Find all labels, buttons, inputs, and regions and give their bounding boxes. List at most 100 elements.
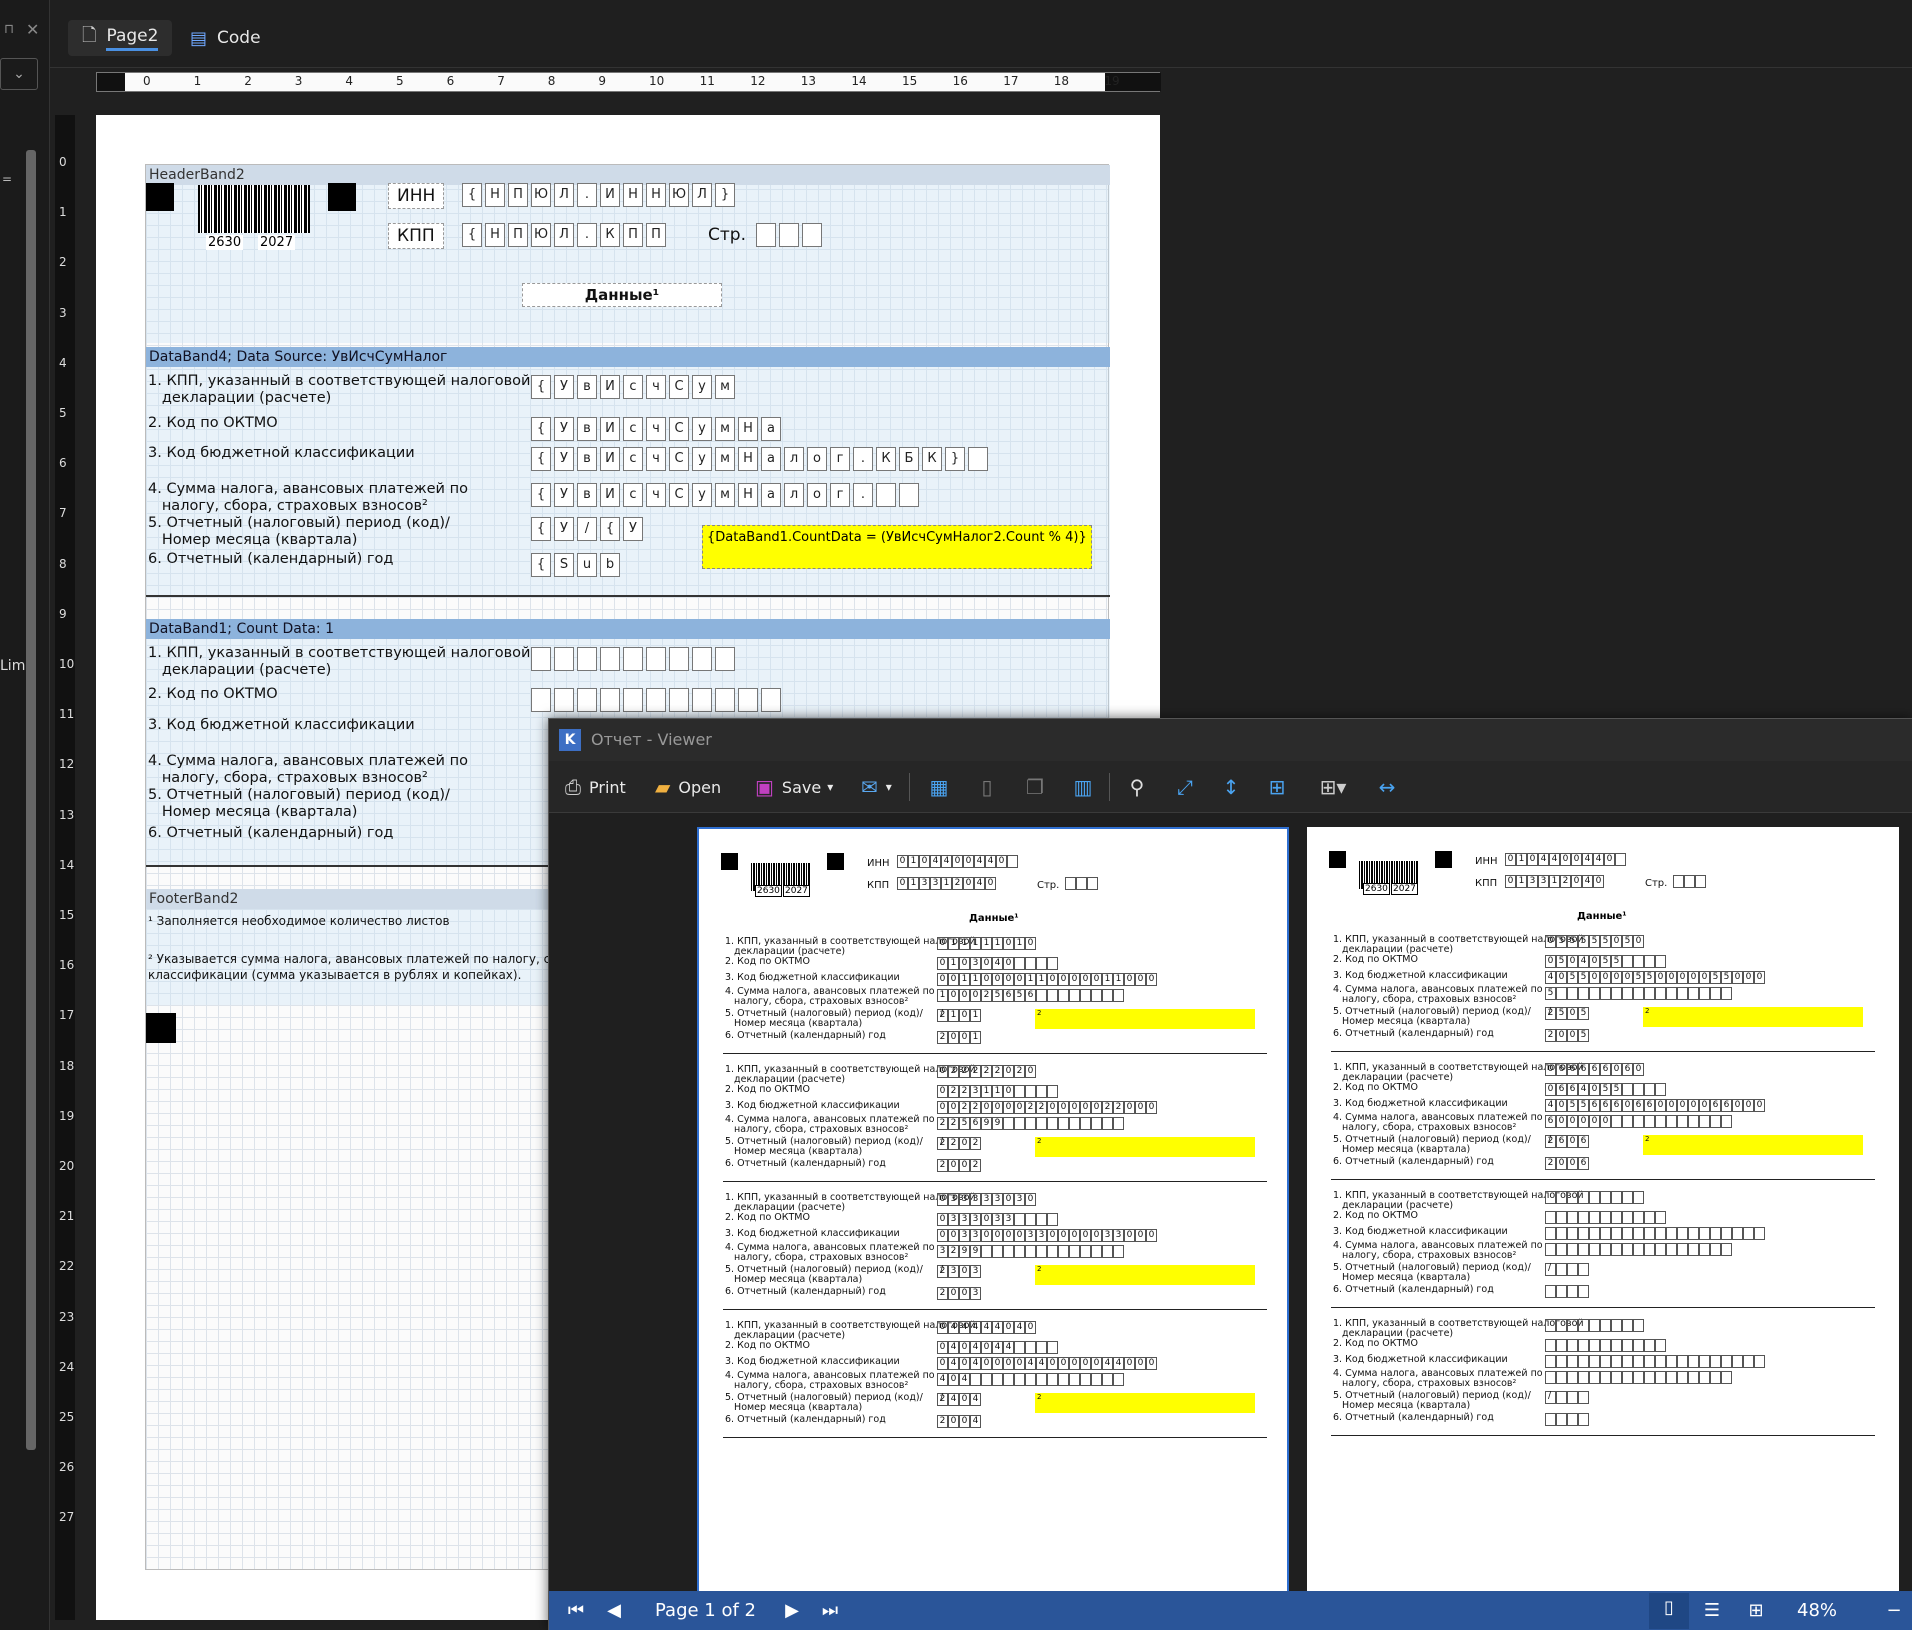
form-cell: 0 (959, 1031, 970, 1044)
oktmo-value-cells: 0504055 (1545, 955, 1666, 968)
form-cell: 0 (937, 1085, 948, 1098)
continuous-view-icon[interactable]: ☰ (1697, 1596, 1727, 1626)
open-button[interactable]: ▰ Open (655, 761, 721, 813)
data-row-label: 1. КПП, указанный в соответствующей нало… (148, 373, 531, 406)
form-cell: 0 (1688, 971, 1699, 984)
form-cell: 5 (1578, 1099, 1589, 1112)
form-cell: 1 (1549, 875, 1560, 888)
last-page-icon[interactable]: ⏭ (815, 1596, 845, 1626)
send-email-button[interactable]: ✉ ▾ (861, 761, 892, 813)
period-value-cells: / (1545, 1391, 1589, 1404)
preview-row-label: 6. Отчетный (календарный) год (725, 1030, 886, 1041)
oktmo-value-cells (1545, 1339, 1666, 1352)
single-page-view-icon[interactable]: ▯ (1649, 1593, 1689, 1629)
year-value-cells (1545, 1285, 1589, 1298)
ruler-tick: 6 (446, 74, 455, 88)
form-cell (1087, 877, 1098, 890)
sum-value-cells: 100025656 (937, 989, 1124, 1002)
data-row-label: 2. Код по ОКТМО (148, 415, 278, 431)
form-cell: 3 (959, 1229, 970, 1242)
print-button[interactable]: ⎙ Print (565, 761, 626, 813)
chevron-down-icon: ⌄ (13, 66, 25, 82)
form-cell: 0 (1003, 1085, 1014, 1098)
preview-row-label: 6. Отчетный (календарный) год (725, 1286, 886, 1297)
find-icon[interactable]: ⚲ (1121, 771, 1153, 803)
panel-dropdown[interactable]: ⌄ (0, 58, 38, 90)
close-icon[interactable]: ✕ (26, 20, 39, 39)
form-cell: 2 (952, 877, 963, 890)
form-cell (1622, 1319, 1633, 1332)
ruler-tick: 1 (193, 74, 202, 88)
save-button[interactable]: ▣ Save ▾ (755, 761, 833, 813)
first-page-icon[interactable]: ⏮ (561, 1596, 591, 1626)
form-cell: 4 (1545, 971, 1556, 984)
form-cell (1036, 1341, 1047, 1354)
form-cell (1036, 1373, 1047, 1386)
form-cell: 4 (970, 1393, 981, 1406)
page-setup-icon[interactable]: ▥ (1067, 771, 1099, 803)
clipboard-icon[interactable]: ▯ (971, 771, 1003, 803)
next-page-icon[interactable]: ▶ (777, 1596, 807, 1626)
form-cell: 0 (1743, 1099, 1754, 1112)
panel-scrollbar[interactable] (26, 150, 36, 1450)
data-band1-title: DataBand1; Count Data: 1 (146, 619, 1110, 639)
kbk-value-cells: 00330000330000033000 (937, 1229, 1157, 1242)
copy-icon[interactable]: ❐ (1019, 771, 1051, 803)
form-cell: У (623, 517, 643, 541)
form-cell (1036, 957, 1047, 970)
form-cell (1743, 1227, 1754, 1240)
fullscreen-icon[interactable]: ⤢ (1169, 771, 1201, 803)
form-cell: 0 (1058, 973, 1069, 986)
tab-code[interactable]: ▤ Code (178, 20, 273, 56)
prev-page-icon[interactable]: ◀ (599, 1596, 629, 1626)
count-expression[interactable]: {DataBand1.CountData = (УвИсчСумНалог2.C… (702, 525, 1092, 569)
form-cell: 5 (1611, 1083, 1622, 1096)
form-cell: 6 (1589, 1099, 1600, 1112)
form-cell: Б (899, 447, 919, 471)
fit-height-icon[interactable]: ↕ (1215, 771, 1247, 803)
form-cell (1644, 987, 1655, 1000)
ruler-tick: 19 (59, 1108, 75, 1123)
form-cell: 0 (1556, 1157, 1567, 1170)
form-cell: г (830, 447, 850, 471)
two-pages-icon[interactable]: ⊞ (1261, 771, 1293, 803)
zoom-out-icon[interactable]: − (1879, 1596, 1909, 1626)
fit-width-icon[interactable]: ↔ (1371, 771, 1403, 803)
form-cell: ч (646, 375, 666, 399)
tab-page2[interactable]: 🗋 Page2 (68, 20, 173, 56)
preview-row-label: 5. Отчетный (налоговый) период (код)/ Но… (1333, 1006, 1531, 1027)
multi-page-view-icon[interactable]: ⊞ (1741, 1596, 1771, 1626)
year-value-cells: 2003 (937, 1287, 981, 1300)
form-cell: 3 (959, 1213, 970, 1226)
multi-page-icon[interactable]: ⊞▾ (1309, 771, 1357, 803)
preview-row-label: 2. Код по ОКТМО (1333, 1210, 1418, 1221)
form-cell: 6 (970, 1117, 981, 1130)
form-cell (992, 1245, 1003, 1258)
form-cell: Н (646, 183, 666, 207)
ruler-tick: 0 (59, 155, 67, 169)
pin-icon[interactable]: ⊓ (4, 22, 14, 37)
form-cell: 5 (1556, 935, 1567, 948)
block-separator (1331, 1051, 1875, 1052)
left-panel: ⊓ ✕ ⌄ = Lim (0, 0, 50, 1630)
form-cell: 0 (1556, 1029, 1567, 1042)
form-cell: 4 (974, 877, 985, 890)
period-slash: / (940, 1136, 944, 1147)
form-cell: 1 (959, 937, 970, 950)
viewer-canvas[interactable]: 2630 2027 ИНН КПП 0 1 0 4 4 0 0 4 4 0 0 1 3 3 1 2 0 4 0 Стр. Дан… (549, 813, 1912, 1591)
bookmarks-icon[interactable]: ▦ (923, 771, 955, 803)
form-cell: 1 (1113, 973, 1124, 986)
form-cell (1600, 1191, 1611, 1204)
form-cell (1677, 1227, 1688, 1240)
form-cell: 6 (1589, 1063, 1600, 1076)
form-cell: 3 (1025, 1229, 1036, 1242)
form-cell: г (830, 483, 850, 507)
form-cell (1655, 1371, 1666, 1384)
form-cell (1699, 987, 1710, 1000)
ruler-tick: 7 (497, 74, 505, 88)
form-cell (968, 447, 988, 471)
form-cell: 1 (1516, 875, 1527, 888)
form-cell: 0 (1604, 853, 1615, 866)
form-cell: 0 (992, 1357, 1003, 1370)
form-cell: 5 (1545, 987, 1556, 1000)
